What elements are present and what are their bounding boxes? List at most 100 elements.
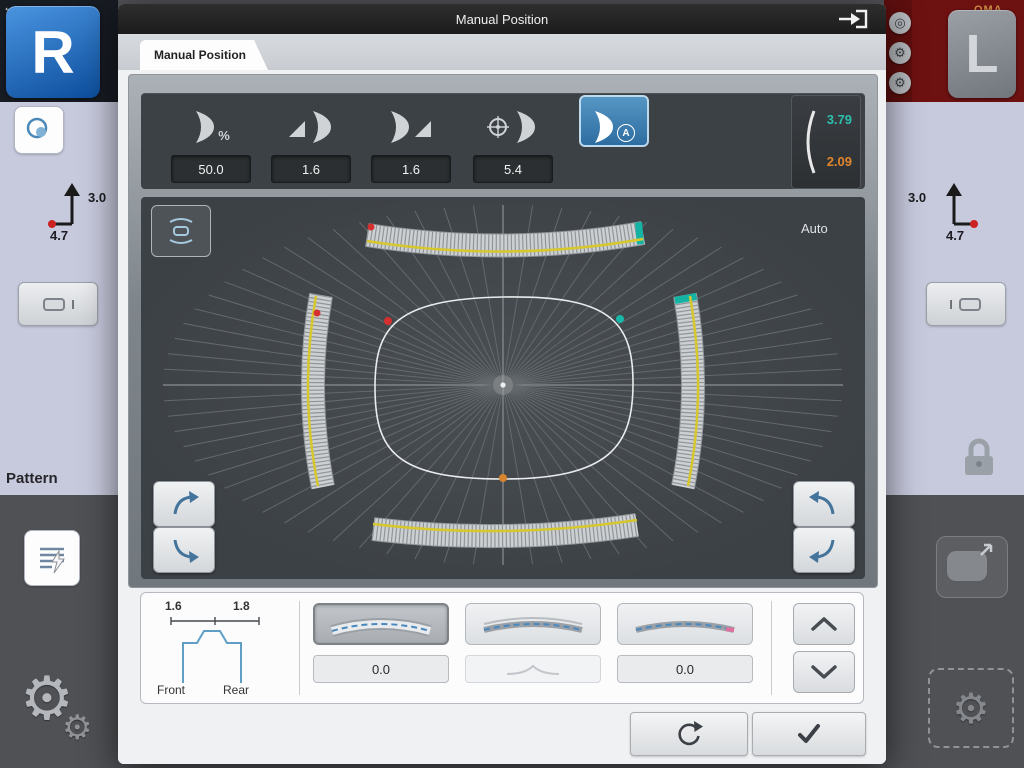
confirm-button[interactable] (752, 712, 866, 756)
tool-change-button[interactable]: ⚙ (928, 668, 1014, 748)
front-edge-value[interactable]: 1.6 (271, 155, 351, 183)
job-lightning-icon (33, 539, 71, 577)
lens-auto-icon (593, 109, 615, 145)
left-width-value: 3.0 (88, 190, 106, 205)
bevel-type-standard-button[interactable] (313, 603, 449, 645)
left-eye-label: L (966, 23, 999, 85)
drill-position-value[interactable]: 5.4 (473, 155, 553, 183)
bevel-settings-panel: 1.6 1.8 Front Rear (140, 592, 864, 704)
chevron-down-icon (807, 663, 841, 681)
settings-small-gear-icon[interactable]: ⚙ (62, 708, 92, 748)
percent-position-button[interactable]: % (177, 97, 241, 145)
reel-icon[interactable]: ◎ (889, 12, 911, 34)
rotate-cw-down-button[interactable] (153, 527, 215, 573)
step-down-button[interactable] (793, 651, 855, 693)
bevel-value-3[interactable]: 0.0 (617, 655, 753, 683)
lock-icon[interactable] (962, 436, 996, 478)
auto-mode-button[interactable]: A (579, 95, 649, 147)
gear-coin-icon[interactable]: ⚙ (889, 42, 911, 64)
strip-display-button[interactable] (151, 205, 211, 257)
tray-letter: I (71, 297, 75, 312)
bevel-strip-right (683, 295, 698, 487)
rotate-ccw-up-icon (808, 490, 840, 518)
job-list-button[interactable] (24, 530, 80, 586)
tray-icon (41, 294, 67, 314)
tab-manual-position[interactable]: Manual Position (140, 40, 268, 70)
rear-edge-value[interactable]: 1.6 (371, 155, 451, 183)
chevron-up-icon (807, 615, 841, 633)
center-dot (500, 382, 505, 387)
right-eye-label: R (31, 18, 74, 87)
strip-display-icon (163, 213, 199, 249)
checkmark-icon (794, 721, 824, 747)
pattern-section-label: Pattern (6, 470, 58, 487)
rotate-ccw-down-icon (808, 536, 840, 564)
curve-icon (800, 107, 820, 177)
camera-button[interactable] (14, 106, 64, 154)
left-height-value: 4.7 (50, 228, 68, 243)
auto-letter: A (617, 124, 635, 142)
clamp-icon (937, 537, 1007, 597)
marker-red (384, 317, 392, 325)
dialog-body: % (118, 70, 886, 764)
bevel-thin-icon (478, 610, 588, 638)
right-height-value: 4.7 (946, 228, 964, 243)
lens-wedge-icon (387, 109, 431, 145)
bevel-type-thin-button[interactable] (465, 603, 601, 645)
lens-camera-icon (24, 115, 54, 145)
lens-percent-icon (188, 109, 216, 145)
manual-position-dialog: Manual Position Manual Position (118, 4, 886, 764)
rotate-cw-down-icon (168, 536, 200, 564)
rotate-ccw-down-button[interactable] (793, 527, 855, 573)
left-eye-tile[interactable]: L (948, 10, 1016, 98)
target-lens-icon (487, 109, 535, 145)
exit-door-icon (834, 7, 870, 31)
bevel-curve-glyph (503, 662, 563, 676)
gear-coin2-icon[interactable]: ⚙ (889, 72, 911, 94)
percent-symbol: % (218, 128, 230, 145)
curve-values-panel: 3.79 2.09 (791, 95, 861, 189)
position-toolbar: % (141, 93, 865, 189)
rear-label: Rear (223, 683, 249, 697)
bevel-strip-top (367, 224, 643, 252)
divider (299, 601, 300, 695)
divider (771, 601, 772, 695)
bevel-value-1[interactable]: 0.0 (313, 655, 449, 683)
bevel-offset-icon (630, 610, 740, 638)
front-label: Front (157, 683, 185, 697)
left-tray-button[interactable]: I (18, 282, 98, 326)
rear-thickness-value: 1.8 (233, 599, 250, 613)
step-up-button[interactable] (793, 603, 855, 645)
tool-gear-icon: ⚙ (952, 684, 990, 733)
rotate-cw-up-icon (168, 490, 200, 518)
rear-curve-value: 2.09 (827, 154, 852, 169)
bevel-standard-icon (326, 610, 436, 638)
drill-position-button[interactable] (479, 97, 543, 145)
right-tray-button[interactable]: I (926, 282, 1006, 326)
clamp-button[interactable] (936, 536, 1008, 598)
percent-position-value[interactable]: 50.0 (171, 155, 251, 183)
content-panel: % (128, 74, 878, 588)
dialog-title: Manual Position (456, 12, 549, 27)
lens-view: Auto (141, 197, 865, 579)
tray-letter-right: I (949, 297, 953, 312)
front-edge-button[interactable] (277, 97, 341, 145)
lens-view-canvas (141, 197, 865, 579)
dialog-titlebar: Manual Position (118, 4, 886, 34)
right-width-value: 3.0 (908, 190, 926, 205)
refresh-icon (675, 720, 703, 748)
recalculate-button[interactable] (630, 712, 748, 756)
tab-strip: Manual Position (118, 34, 886, 70)
tray-icon-right (957, 294, 983, 314)
bevel-profile-diagram (157, 615, 273, 687)
tab-label: Manual Position (154, 48, 246, 62)
rotate-ccw-up-button[interactable] (793, 481, 855, 527)
bevel-type-offset-button[interactable] (617, 603, 753, 645)
bevel-strip-left (308, 295, 323, 487)
front-curve-value: 3.79 (827, 112, 852, 127)
exit-button[interactable] (832, 7, 872, 31)
right-eye-tile[interactable]: R (6, 6, 100, 98)
rear-edge-button[interactable] (377, 97, 441, 145)
marker-orange (499, 474, 507, 482)
rotate-cw-up-button[interactable] (153, 481, 215, 527)
